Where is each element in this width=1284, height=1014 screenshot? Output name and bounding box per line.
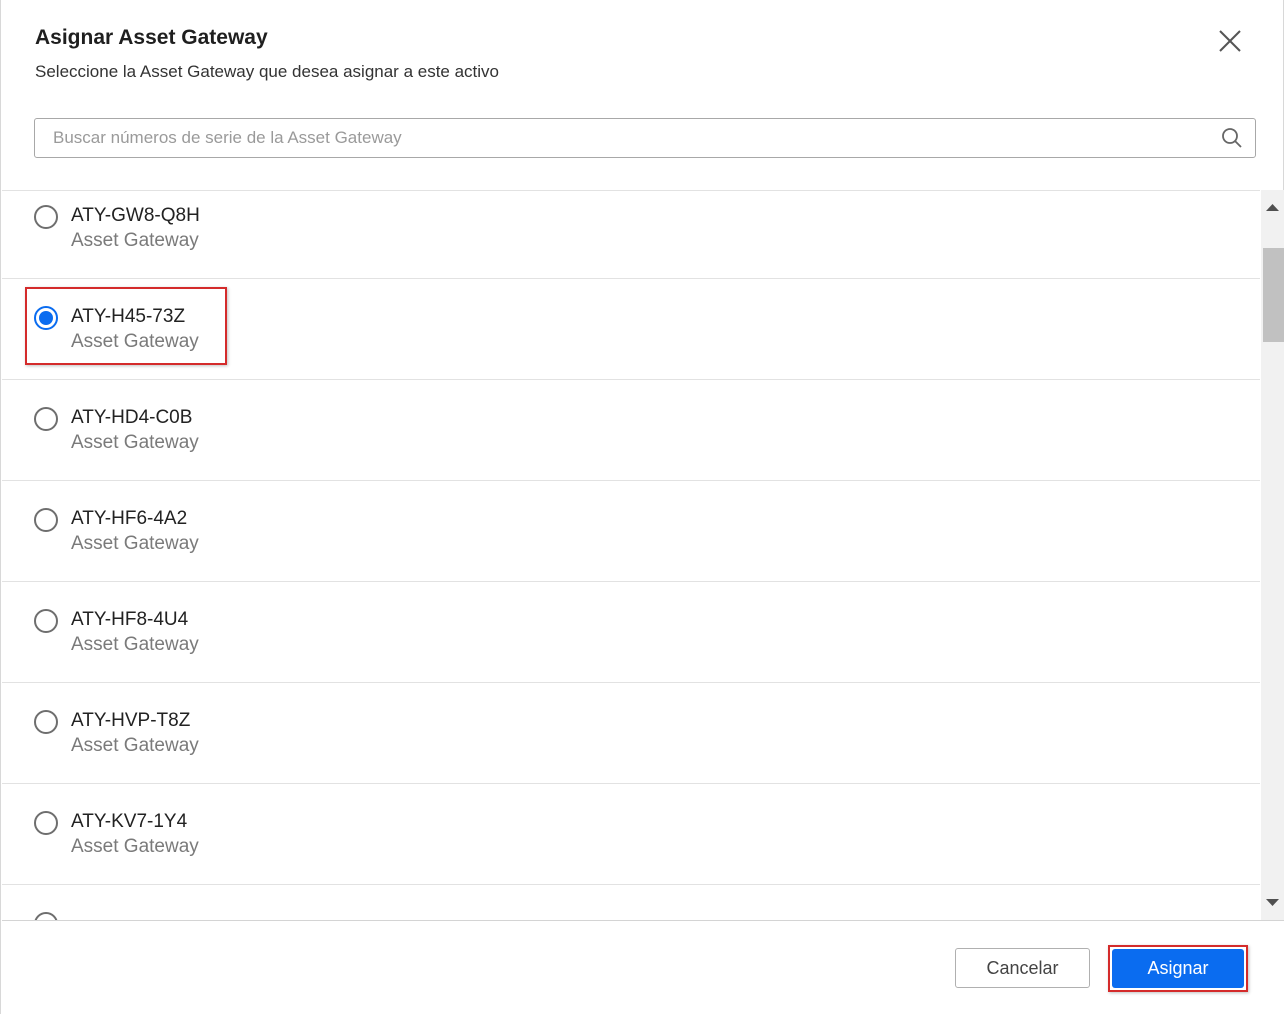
radio-button[interactable] (34, 710, 58, 734)
scroll-down-icon[interactable] (1261, 890, 1284, 920)
radio-button[interactable] (34, 205, 58, 229)
list-item[interactable]: ATY-HD4-C0B Asset Gateway (2, 380, 1260, 481)
assign-button-highlight: Asignar (1108, 945, 1248, 992)
gateway-type: Asset Gateway (71, 230, 199, 251)
gateway-list-content: ATY-GW8-Q8H Asset Gateway ATY-H45-73Z Asset… (2, 191, 1260, 921)
dialog-subtitle: Seleccione la Asset Gateway que desea as… (35, 62, 500, 81)
gateway-serial: ATY-H45-73Z (71, 306, 186, 327)
gateway-serial: ATY-HD4-C0B (71, 407, 193, 428)
dialog-title: Asignar Asset Gateway (35, 26, 268, 49)
radio-button[interactable] (34, 306, 58, 330)
gateway-list: ATY-GW8-Q8H Asset Gateway ATY-H45-73Z Asset… (2, 190, 1260, 921)
list-scrollbar[interactable] (1261, 190, 1284, 920)
gateway-serial: ATY-HVP-T8Z (71, 710, 191, 731)
list-item[interactable]: ATY-HVP-T8Z Asset Gateway (2, 683, 1260, 784)
dialog-footer: Cancelar Asignar (2, 920, 1284, 1014)
radio-button[interactable] (34, 407, 58, 431)
close-button[interactable] (1213, 24, 1247, 58)
list-item[interactable]: ATY-GW8-Q8H Asset Gateway (2, 191, 1260, 279)
gateway-type: Asset Gateway (71, 836, 199, 857)
scroll-up-icon[interactable] (1261, 190, 1284, 220)
gateway-serial: ATY-HF8-4U4 (71, 609, 189, 630)
gateway-serial: ATY-KV7-1Y4 (71, 811, 188, 832)
gateway-type: Asset Gateway (71, 331, 199, 352)
gateway-type: Asset Gateway (71, 432, 199, 453)
radio-button[interactable] (34, 811, 58, 835)
gateway-type: Asset Gateway (71, 634, 199, 655)
cancel-button[interactable]: Cancelar (955, 948, 1090, 988)
assign-gateway-dialog: Asignar Asset Gateway Seleccione la Asse… (0, 0, 1284, 1014)
list-item[interactable]: ATY-KV7-1Y4 Asset Gateway (2, 784, 1260, 885)
search-icon[interactable] (1221, 127, 1243, 149)
scrollbar-thumb[interactable] (1263, 248, 1284, 342)
list-item[interactable]: ATY-H45-73Z Asset Gateway (2, 279, 1260, 380)
list-item[interactable]: ATY-HF8-4U4 Asset Gateway (2, 582, 1260, 683)
gateway-serial: ATY-GW8-Q8H (71, 205, 200, 226)
gateway-serial: ATY-HF6-4A2 (71, 508, 188, 529)
search-box (34, 118, 1256, 158)
gateway-type: Asset Gateway (71, 735, 199, 756)
search-input[interactable] (35, 119, 1205, 157)
gateway-type: Asset Gateway (71, 533, 199, 554)
assign-button[interactable]: Asignar (1112, 949, 1244, 988)
list-item[interactable] (2, 885, 1260, 921)
radio-button[interactable] (34, 609, 58, 633)
close-icon (1219, 30, 1241, 52)
radio-button[interactable] (34, 508, 58, 532)
list-item[interactable]: ATY-HF6-4A2 Asset Gateway (2, 481, 1260, 582)
